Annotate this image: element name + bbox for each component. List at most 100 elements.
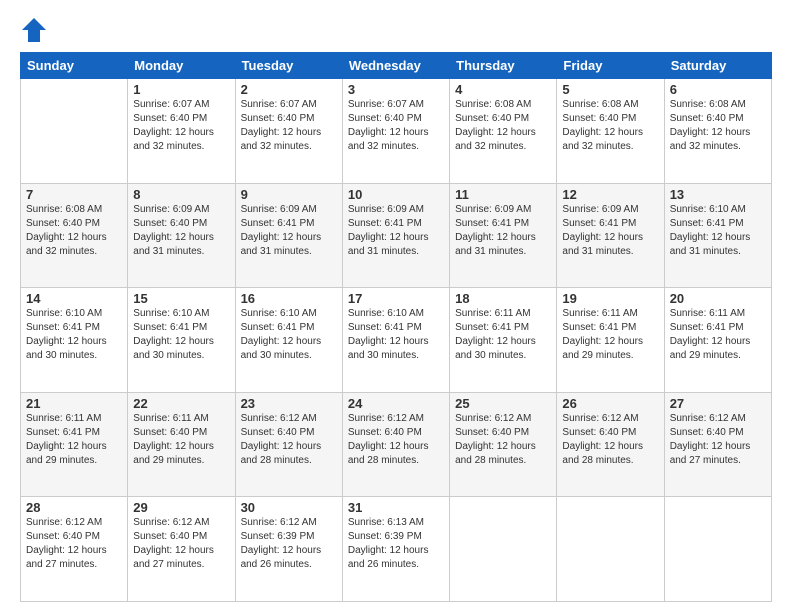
calendar-cell: 19Sunrise: 6:11 AM Sunset: 6:41 PM Dayli…	[557, 288, 664, 393]
day-info: Sunrise: 6:12 AM Sunset: 6:40 PM Dayligh…	[562, 412, 658, 468]
calendar-cell: 7Sunrise: 6:08 AM Sunset: 6:40 PM Daylig…	[21, 183, 128, 288]
day-info: Sunrise: 6:13 AM Sunset: 6:39 PM Dayligh…	[348, 516, 444, 572]
day-info: Sunrise: 6:12 AM Sunset: 6:40 PM Dayligh…	[348, 412, 444, 468]
calendar-cell: 22Sunrise: 6:11 AM Sunset: 6:40 PM Dayli…	[128, 392, 235, 497]
day-header-monday: Monday	[128, 53, 235, 79]
calendar-cell: 14Sunrise: 6:10 AM Sunset: 6:41 PM Dayli…	[21, 288, 128, 393]
calendar-cell: 25Sunrise: 6:12 AM Sunset: 6:40 PM Dayli…	[450, 392, 557, 497]
day-number: 15	[133, 291, 229, 306]
day-info: Sunrise: 6:09 AM Sunset: 6:41 PM Dayligh…	[241, 203, 337, 259]
day-header-tuesday: Tuesday	[235, 53, 342, 79]
day-header-wednesday: Wednesday	[342, 53, 449, 79]
calendar-cell: 9Sunrise: 6:09 AM Sunset: 6:41 PM Daylig…	[235, 183, 342, 288]
day-number: 20	[670, 291, 766, 306]
page: SundayMondayTuesdayWednesdayThursdayFrid…	[0, 0, 792, 612]
day-info: Sunrise: 6:10 AM Sunset: 6:41 PM Dayligh…	[348, 307, 444, 363]
day-number: 16	[241, 291, 337, 306]
day-info: Sunrise: 6:08 AM Sunset: 6:40 PM Dayligh…	[26, 203, 122, 259]
calendar-cell	[450, 497, 557, 602]
day-info: Sunrise: 6:12 AM Sunset: 6:40 PM Dayligh…	[670, 412, 766, 468]
day-number: 9	[241, 187, 337, 202]
day-info: Sunrise: 6:09 AM Sunset: 6:41 PM Dayligh…	[348, 203, 444, 259]
day-number: 4	[455, 82, 551, 97]
day-number: 23	[241, 396, 337, 411]
calendar-cell: 27Sunrise: 6:12 AM Sunset: 6:40 PM Dayli…	[664, 392, 771, 497]
calendar-cell: 20Sunrise: 6:11 AM Sunset: 6:41 PM Dayli…	[664, 288, 771, 393]
calendar-cell: 31Sunrise: 6:13 AM Sunset: 6:39 PM Dayli…	[342, 497, 449, 602]
day-number: 24	[348, 396, 444, 411]
calendar-week-row: 7Sunrise: 6:08 AM Sunset: 6:40 PM Daylig…	[21, 183, 772, 288]
calendar-cell: 6Sunrise: 6:08 AM Sunset: 6:40 PM Daylig…	[664, 79, 771, 184]
day-number: 27	[670, 396, 766, 411]
calendar-cell: 21Sunrise: 6:11 AM Sunset: 6:41 PM Dayli…	[21, 392, 128, 497]
day-info: Sunrise: 6:08 AM Sunset: 6:40 PM Dayligh…	[670, 98, 766, 154]
day-number: 19	[562, 291, 658, 306]
calendar-week-row: 1Sunrise: 6:07 AM Sunset: 6:40 PM Daylig…	[21, 79, 772, 184]
logo	[20, 16, 52, 44]
day-number: 22	[133, 396, 229, 411]
day-number: 2	[241, 82, 337, 97]
day-number: 30	[241, 500, 337, 515]
day-number: 6	[670, 82, 766, 97]
day-info: Sunrise: 6:09 AM Sunset: 6:41 PM Dayligh…	[455, 203, 551, 259]
calendar-cell: 24Sunrise: 6:12 AM Sunset: 6:40 PM Dayli…	[342, 392, 449, 497]
day-info: Sunrise: 6:09 AM Sunset: 6:40 PM Dayligh…	[133, 203, 229, 259]
calendar-cell	[557, 497, 664, 602]
calendar-cell: 15Sunrise: 6:10 AM Sunset: 6:41 PM Dayli…	[128, 288, 235, 393]
day-number: 31	[348, 500, 444, 515]
day-number: 18	[455, 291, 551, 306]
day-info: Sunrise: 6:08 AM Sunset: 6:40 PM Dayligh…	[562, 98, 658, 154]
calendar-cell: 17Sunrise: 6:10 AM Sunset: 6:41 PM Dayli…	[342, 288, 449, 393]
day-info: Sunrise: 6:08 AM Sunset: 6:40 PM Dayligh…	[455, 98, 551, 154]
day-header-sunday: Sunday	[21, 53, 128, 79]
day-info: Sunrise: 6:07 AM Sunset: 6:40 PM Dayligh…	[133, 98, 229, 154]
day-info: Sunrise: 6:10 AM Sunset: 6:41 PM Dayligh…	[26, 307, 122, 363]
day-header-friday: Friday	[557, 53, 664, 79]
day-number: 28	[26, 500, 122, 515]
calendar-cell: 26Sunrise: 6:12 AM Sunset: 6:40 PM Dayli…	[557, 392, 664, 497]
day-info: Sunrise: 6:11 AM Sunset: 6:41 PM Dayligh…	[670, 307, 766, 363]
header	[20, 16, 772, 44]
day-number: 10	[348, 187, 444, 202]
day-info: Sunrise: 6:07 AM Sunset: 6:40 PM Dayligh…	[241, 98, 337, 154]
calendar-cell: 28Sunrise: 6:12 AM Sunset: 6:40 PM Dayli…	[21, 497, 128, 602]
calendar-cell: 11Sunrise: 6:09 AM Sunset: 6:41 PM Dayli…	[450, 183, 557, 288]
day-number: 29	[133, 500, 229, 515]
calendar-cell: 8Sunrise: 6:09 AM Sunset: 6:40 PM Daylig…	[128, 183, 235, 288]
day-info: Sunrise: 6:11 AM Sunset: 6:41 PM Dayligh…	[26, 412, 122, 468]
day-info: Sunrise: 6:10 AM Sunset: 6:41 PM Dayligh…	[670, 203, 766, 259]
day-number: 1	[133, 82, 229, 97]
calendar-week-row: 14Sunrise: 6:10 AM Sunset: 6:41 PM Dayli…	[21, 288, 772, 393]
calendar-cell: 29Sunrise: 6:12 AM Sunset: 6:40 PM Dayli…	[128, 497, 235, 602]
calendar-table: SundayMondayTuesdayWednesdayThursdayFrid…	[20, 52, 772, 602]
day-number: 8	[133, 187, 229, 202]
day-header-saturday: Saturday	[664, 53, 771, 79]
day-number: 13	[670, 187, 766, 202]
logo-icon	[20, 16, 48, 44]
day-number: 12	[562, 187, 658, 202]
day-number: 11	[455, 187, 551, 202]
day-info: Sunrise: 6:12 AM Sunset: 6:40 PM Dayligh…	[133, 516, 229, 572]
calendar-cell: 23Sunrise: 6:12 AM Sunset: 6:40 PM Dayli…	[235, 392, 342, 497]
day-info: Sunrise: 6:12 AM Sunset: 6:40 PM Dayligh…	[26, 516, 122, 572]
calendar-cell: 13Sunrise: 6:10 AM Sunset: 6:41 PM Dayli…	[664, 183, 771, 288]
calendar-cell: 30Sunrise: 6:12 AM Sunset: 6:39 PM Dayli…	[235, 497, 342, 602]
day-number: 26	[562, 396, 658, 411]
day-number: 14	[26, 291, 122, 306]
calendar-cell	[664, 497, 771, 602]
calendar-week-row: 28Sunrise: 6:12 AM Sunset: 6:40 PM Dayli…	[21, 497, 772, 602]
calendar-cell	[21, 79, 128, 184]
day-number: 5	[562, 82, 658, 97]
day-number: 7	[26, 187, 122, 202]
calendar-cell: 18Sunrise: 6:11 AM Sunset: 6:41 PM Dayli…	[450, 288, 557, 393]
day-header-thursday: Thursday	[450, 53, 557, 79]
calendar-cell: 4Sunrise: 6:08 AM Sunset: 6:40 PM Daylig…	[450, 79, 557, 184]
day-number: 21	[26, 396, 122, 411]
calendar-cell: 1Sunrise: 6:07 AM Sunset: 6:40 PM Daylig…	[128, 79, 235, 184]
day-info: Sunrise: 6:10 AM Sunset: 6:41 PM Dayligh…	[241, 307, 337, 363]
day-info: Sunrise: 6:11 AM Sunset: 6:40 PM Dayligh…	[133, 412, 229, 468]
day-info: Sunrise: 6:12 AM Sunset: 6:40 PM Dayligh…	[241, 412, 337, 468]
calendar-cell: 12Sunrise: 6:09 AM Sunset: 6:41 PM Dayli…	[557, 183, 664, 288]
calendar-week-row: 21Sunrise: 6:11 AM Sunset: 6:41 PM Dayli…	[21, 392, 772, 497]
day-info: Sunrise: 6:11 AM Sunset: 6:41 PM Dayligh…	[562, 307, 658, 363]
